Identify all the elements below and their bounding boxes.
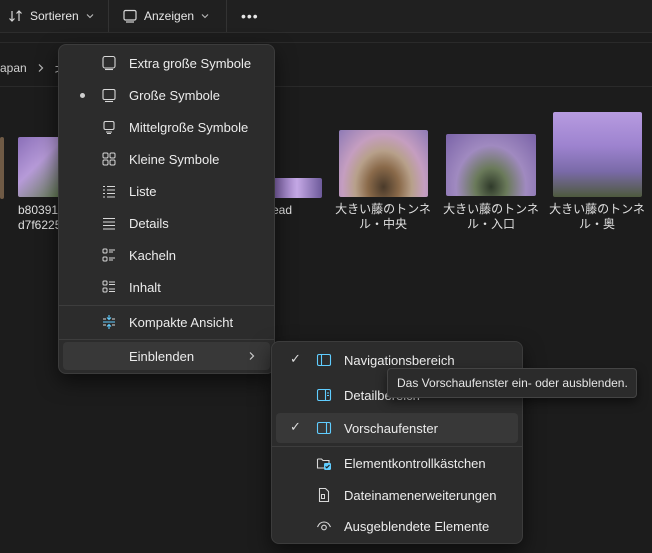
file-thumbnail[interactable] xyxy=(0,137,4,199)
content-icon xyxy=(102,280,115,293)
grid-small-icon xyxy=(102,152,116,166)
sort-label: Sortieren xyxy=(30,9,79,23)
more-options-button[interactable]: ••• xyxy=(241,4,259,28)
file-name: 大きい藤のトンネ ル・入口 xyxy=(443,202,539,231)
menu-item-list[interactable]: Liste xyxy=(63,176,270,206)
toolbar-divider xyxy=(226,0,227,32)
breadcrumb-item[interactable]: apan xyxy=(0,61,27,75)
selected-dot-icon xyxy=(80,93,85,98)
menu-item-small-icons[interactable]: Kleine Symbole xyxy=(63,144,270,174)
compact-view-icon xyxy=(103,315,115,329)
navigation-pane-icon xyxy=(316,353,332,367)
file-name: 大きい藤のトンネ ル・奥 xyxy=(549,202,645,231)
file-thumbnail[interactable] xyxy=(339,130,428,197)
monitor-medium-icon xyxy=(103,120,115,135)
preview-pane-icon xyxy=(316,421,332,435)
submenu-item-file-extensions[interactable]: Dateinamenerweiterungen xyxy=(276,480,518,510)
file-thumbnail[interactable] xyxy=(446,134,536,196)
checkmark-icon: ✓ xyxy=(290,419,301,434)
chevron-right-icon xyxy=(249,352,255,360)
tiles-icon xyxy=(102,248,115,262)
sort-button[interactable]: Sortieren xyxy=(8,4,95,28)
details-icon xyxy=(103,217,115,230)
checkbox-folder-icon xyxy=(316,458,331,470)
chevron-down-icon xyxy=(201,14,209,19)
menu-divider xyxy=(59,305,274,306)
view-menu: Extra große Symbole Große Symbole Mittel… xyxy=(58,44,275,374)
menu-divider xyxy=(272,446,522,447)
submenu-item-preview-pane[interactable]: ✓ Vorschaufenster xyxy=(276,413,518,443)
view-button[interactable]: Anzeigen xyxy=(122,4,210,28)
file-extension-icon xyxy=(318,487,330,503)
file-name: ead xyxy=(272,203,293,217)
menu-item-large-icons[interactable]: Große Symbole xyxy=(63,80,270,110)
menu-divider xyxy=(59,339,274,340)
details-pane-icon xyxy=(316,388,332,402)
file-name: 大きい藤のトンネ ル・中央 xyxy=(335,202,431,231)
menu-item-show[interactable]: Einblenden xyxy=(63,342,270,370)
view-label: Anzeigen xyxy=(144,9,195,23)
toolbar-divider xyxy=(108,0,109,32)
divider xyxy=(0,42,652,43)
menu-item-extra-large-icons[interactable]: Extra große Symbole xyxy=(63,48,270,78)
submenu-item-hidden-items[interactable]: Ausgeblendete Elemente xyxy=(276,511,518,541)
menu-item-tiles[interactable]: Kacheln xyxy=(63,240,270,270)
monitor-icon xyxy=(102,88,116,103)
eye-icon xyxy=(316,521,332,531)
command-bar: Sortieren Anzeigen ••• xyxy=(0,0,652,33)
menu-item-details[interactable]: Details xyxy=(63,208,270,238)
menu-item-content[interactable]: Inhalt xyxy=(63,272,270,302)
file-thumbnail[interactable] xyxy=(553,112,642,197)
chevron-right-icon xyxy=(38,64,44,72)
monitor-icon xyxy=(123,9,137,23)
monitor-large-icon xyxy=(102,55,116,71)
tooltip: Das Vorschaufenster ein- oder ausblenden… xyxy=(387,368,637,398)
file-thumbnail[interactable] xyxy=(18,137,62,197)
menu-item-compact-view[interactable]: Kompakte Ansicht xyxy=(63,307,270,337)
menu-item-medium-icons[interactable]: Mittelgroße Symbole xyxy=(63,112,270,142)
file-thumbnail[interactable] xyxy=(272,178,322,198)
more-icon: ••• xyxy=(241,8,259,24)
list-icon xyxy=(103,185,115,198)
sort-icon xyxy=(9,10,22,22)
submenu-item-item-checkboxes[interactable]: Elementkontrollkästchen xyxy=(276,448,518,478)
chevron-down-icon xyxy=(86,14,94,19)
checkmark-icon: ✓ xyxy=(290,351,301,366)
file-name: b80391 d7f6225 xyxy=(18,203,62,232)
